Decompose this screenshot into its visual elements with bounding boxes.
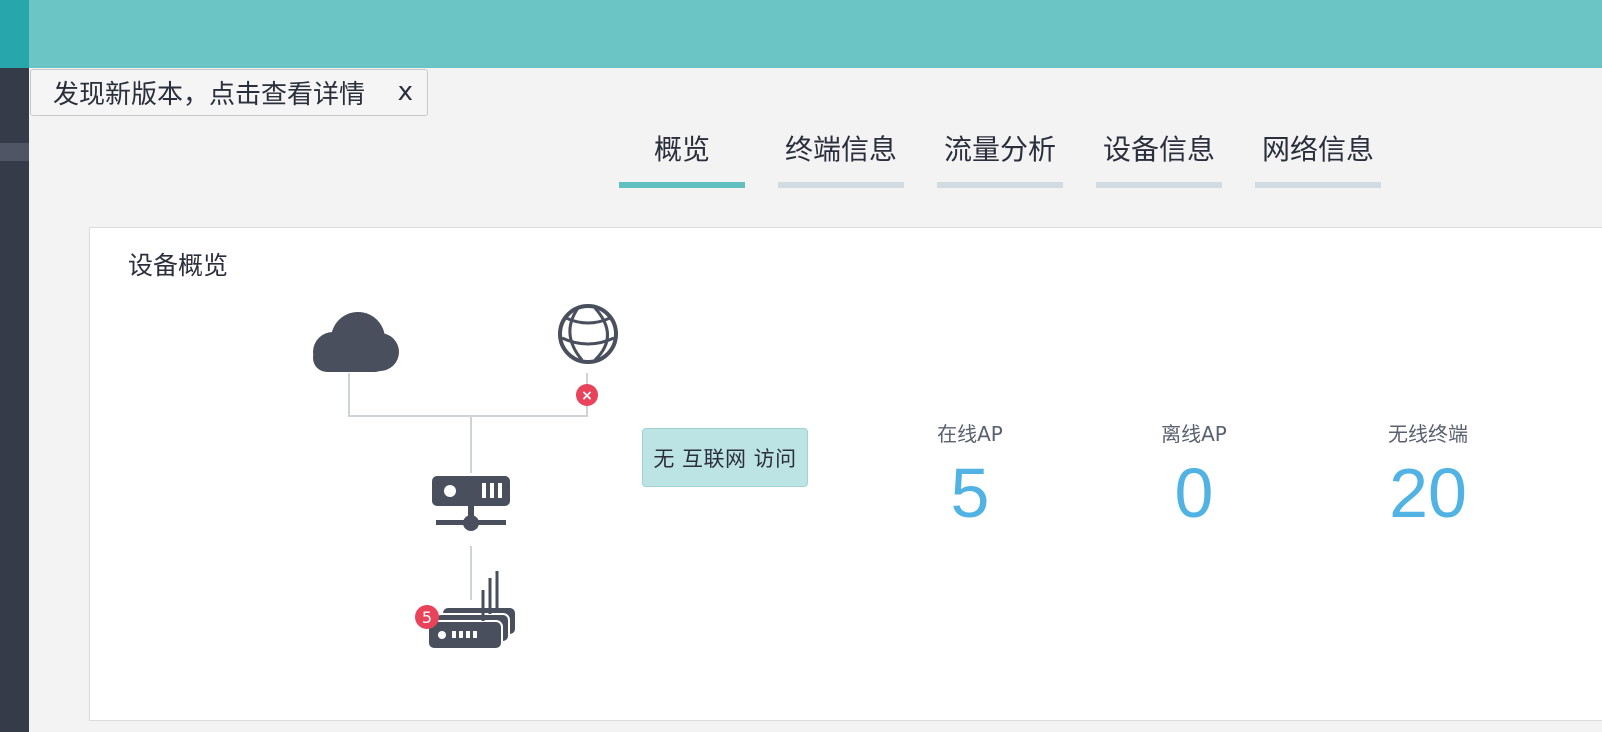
cloud-icon [313,312,399,372]
stat-offline-ap[interactable]: 离线AP 0 [1124,418,1264,533]
tab-terminal-info[interactable]: 终端信息 [778,128,904,188]
ap-count-badge: 5 [415,605,439,629]
stat-label: 离线AP [1161,422,1227,446]
stat-value: 20 [1389,454,1467,532]
svg-text:×: × [581,388,593,404]
no-internet-tooltip: 无 互联网 访问 [642,428,808,487]
svg-text:5: 5 [422,608,432,627]
sidebar [0,0,29,732]
close-notice-button[interactable]: x [398,77,413,107]
sidebar-item-active[interactable] [0,143,29,161]
tab-bar: 概览 终端信息 流量分析 设备信息 网络信息 [619,128,1414,188]
stat-label: 在线AP [937,422,1003,446]
update-notice-text[interactable]: 发现新版本，点击查看详情 [53,74,365,111]
stat-value: 0 [1174,454,1214,532]
stat-value: 5 [950,454,990,532]
tab-traffic-analysis[interactable]: 流量分析 [937,128,1063,188]
sidebar-logo-area [0,0,29,68]
no-internet-error-badge: × [576,384,598,406]
tab-overview[interactable]: 概览 [619,128,745,188]
top-header-bar [29,0,1602,68]
device-overview-card: 设备概览 × 5 无 互联网 访问 在线AP 5 离线AP 0 无线终端 20 [89,227,1602,721]
stat-online-ap[interactable]: 在线AP 5 [900,418,1040,533]
stat-wireless-clients[interactable]: 无线终端 20 [1358,418,1498,533]
tab-device-info[interactable]: 设备信息 [1096,128,1222,188]
update-notice[interactable]: 发现新版本，点击查看详情 x [30,69,428,116]
tab-network-info[interactable]: 网络信息 [1255,128,1381,188]
gateway-device-icon [432,476,510,531]
globe-icon [558,304,618,364]
stat-label: 无线终端 [1388,422,1468,446]
